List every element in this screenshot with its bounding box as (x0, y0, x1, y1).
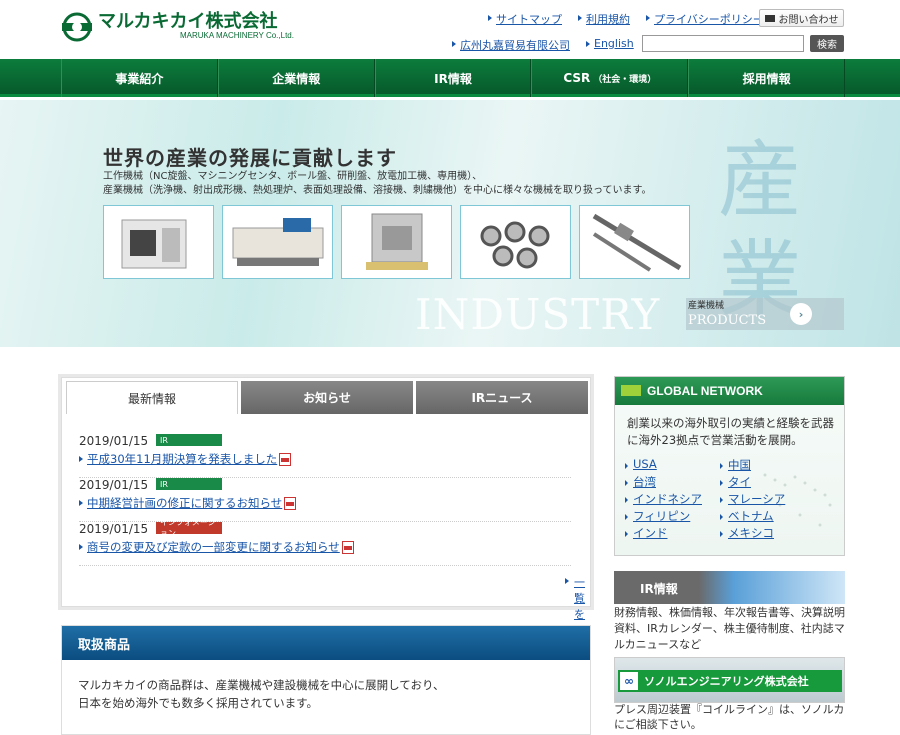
terms-link[interactable]: 利用規約 (576, 11, 630, 27)
logo-text: マルカキカイ株式会社 (98, 11, 278, 32)
guangzhou-link[interactable]: 広州丸嘉貿易有限公司 (450, 37, 570, 53)
lathe-image[interactable] (103, 205, 214, 279)
products-panel: 取扱商品 マルカキカイの商品群は、産業機械や建設機械を中心に展開しており、 日本… (61, 625, 591, 735)
tab-notices[interactable]: お知らせ (241, 381, 413, 414)
news-date: 2019/01/15 (79, 478, 149, 492)
main-nav: 事業紹介 企業情報 IR情報 CSR （社会・環境） 採用情報 (0, 59, 900, 97)
logo-subtext: MARUKA MACHINERY Co.,Ltd. (180, 31, 294, 40)
nav-csr-label: CSR (563, 71, 591, 85)
news-badge: IR (156, 478, 222, 490)
search-input[interactable] (642, 35, 804, 52)
products-text-line2: 日本を始め海外でも数多く採用されています。 (78, 696, 319, 710)
contact-label: お問い合わせ (778, 14, 839, 26)
ballscrew-image[interactable] (579, 205, 690, 279)
region-taiwan[interactable]: 台湾 (625, 474, 720, 490)
region-china[interactable]: 中国 (720, 457, 815, 473)
sitemap-link[interactable]: サイトマップ (486, 11, 562, 27)
region-thailand[interactable]: タイ (720, 474, 815, 490)
ir-banner-label: IR情報 (640, 582, 678, 596)
privacy-link[interactable]: プライバシーポリシー (644, 11, 764, 27)
bushing-image[interactable] (460, 205, 571, 279)
nav-recruit[interactable]: 採用情報 (688, 59, 845, 97)
news-badge: IR (156, 434, 222, 446)
global-network-panel[interactable]: GLOBAL NETWORK 創業以来の海外取引の実績と経験を武器に海外23拠点… (614, 376, 845, 556)
industry-jp-label: 産業機械 (688, 301, 725, 311)
industry-text: INDUSTRY (415, 290, 661, 339)
tab-latest[interactable]: 最新情報 (66, 381, 238, 414)
nav-company[interactable]: 企業情報 (217, 59, 375, 97)
header-links: サイトマップ 利用規約 プライバシーポリシー (486, 11, 778, 27)
region-usa[interactable]: USA (625, 457, 720, 473)
sonol-name: ソノルエンジニアリング株式会社 (644, 675, 809, 688)
global-network-heading: GLOBAL NETWORK (615, 377, 844, 405)
news-list: 2019/01/15 IR 平成30年11月期決算を発表しました 2019/01… (79, 434, 571, 566)
products-heading: 取扱商品 (62, 626, 590, 660)
news-tabs: 最新情報 お知らせ IRニュース (66, 381, 591, 414)
region-philippines[interactable]: フィリピン (625, 508, 720, 524)
site-logo[interactable]: マルカキカイ株式会社 MARUKA MACHINERY Co.,Ltd. (60, 12, 294, 42)
region-indonesia[interactable]: インドネシア (625, 491, 720, 507)
region-list: USA 中国 台湾 タイ インドネシア マレーシア フィリピン ベトナム インド… (625, 457, 835, 541)
nav-csr[interactable]: CSR （社会・環境） (531, 59, 689, 97)
hero-desc-line1: 工作機械（NC旋盤、マシニングセンタ、ボール盤、研削盤、放電加工機、専用機）、 (103, 171, 483, 182)
injection-machine-image[interactable] (222, 205, 333, 279)
products-text-line1: マルカキカイの商品群は、産業機械や建設機械を中心に展開しており、 (78, 678, 445, 692)
header-links-secondary: 広州丸嘉貿易有限公司 English (450, 37, 648, 53)
hero-banner: 産 業 世界の産業の発展に貢献します 工作機械（NC旋盤、マシニングセンタ、ボー… (0, 100, 900, 347)
search-button[interactable]: 検索 (810, 35, 844, 52)
nav-ir[interactable]: IR情報 (374, 59, 532, 97)
region-india[interactable]: インド (625, 525, 720, 541)
pdf-icon (341, 541, 354, 554)
pdf-icon (279, 453, 292, 466)
news-title: 中期経営計画の修正に関するお知らせ (87, 496, 283, 510)
maruka-logo-icon (62, 12, 92, 42)
news-item: 2019/01/15 IR 中期経営計画の修正に関するお知らせ (79, 478, 571, 522)
region-mexico[interactable]: メキシコ (720, 525, 815, 541)
tab-ir-news[interactable]: IRニュース (416, 381, 588, 414)
region-vietnam[interactable]: ベトナム (720, 508, 815, 524)
arrow-right-icon[interactable]: › (790, 303, 812, 325)
news-item: 2019/01/15 インフォメーション 商号の変更及び定款の一部変更に関するお… (79, 518, 571, 566)
sonol-text: プレス周辺装置『コイルライン』は、ソノルカにご相談下さい。 (614, 703, 845, 731)
news-title: 平成30年11月期決算を発表しました (87, 452, 278, 466)
products-text: マルカキカイの商品群は、産業機械や建設機械を中心に展開しており、 日本を始め海外… (62, 660, 590, 712)
nav-business[interactable]: 事業紹介 (61, 59, 218, 97)
hero-description: 工作機械（NC旋盤、マシニングセンタ、ボール盤、研削盤、放電加工機、専用機）、 … (103, 170, 652, 198)
site-header: マルカキカイ株式会社 MARUKA MACHINERY Co.,Ltd. サイト… (0, 0, 900, 60)
news-panel: 最新情報 お知らせ IRニュース 2019/01/15 IR 平成30年11月期… (61, 377, 591, 653)
news-title: 商号の変更及び定款の一部変更に関するお知らせ (87, 540, 340, 554)
furnace-image[interactable] (341, 205, 452, 279)
sonol-banner[interactable]: ∞ ソノルエンジニアリング株式会社 (614, 657, 845, 703)
hero-desc-line2: 産業機械（洗浄機、射出成形機、熱処理炉、表面処理設備、溶接機、刺繍機他）を中心に… (103, 185, 652, 196)
contact-button[interactable]: お問い合わせ (759, 9, 844, 27)
product-thumbnails (103, 205, 690, 279)
nav-csr-sub: （社会・環境） (593, 74, 657, 85)
news-link[interactable]: 中期経営計画の修正に関するお知らせ (79, 495, 297, 511)
envelope-icon (764, 14, 775, 22)
region-malaysia[interactable]: マレーシア (720, 491, 815, 507)
news-date: 2019/01/15 (79, 434, 149, 448)
sonol-logo-icon: ∞ (618, 670, 640, 692)
pdf-icon (284, 497, 297, 510)
hero-title: 世界の産業の発展に貢献します (103, 146, 397, 170)
news-date: 2019/01/15 (79, 522, 149, 536)
ir-banner[interactable]: IR情報 (614, 571, 845, 604)
news-link[interactable]: 商号の変更及び定款の一部変更に関するお知らせ (79, 539, 354, 555)
news-link[interactable]: 平成30年11月期決算を発表しました (79, 451, 292, 467)
news-badge: インフォメーション (156, 518, 222, 538)
industry-en-label: PRODUCTS (688, 313, 767, 328)
english-link[interactable]: English (584, 37, 634, 53)
ir-text: 財務情報、株価情報、年次報告書等、決算説明資料、IRカレンダー、株主優待制度、社… (614, 606, 845, 651)
sonol-bar: ∞ ソノルエンジニアリング株式会社 (618, 670, 842, 692)
news-item: 2019/01/15 IR 平成30年11月期決算を発表しました (79, 434, 571, 478)
